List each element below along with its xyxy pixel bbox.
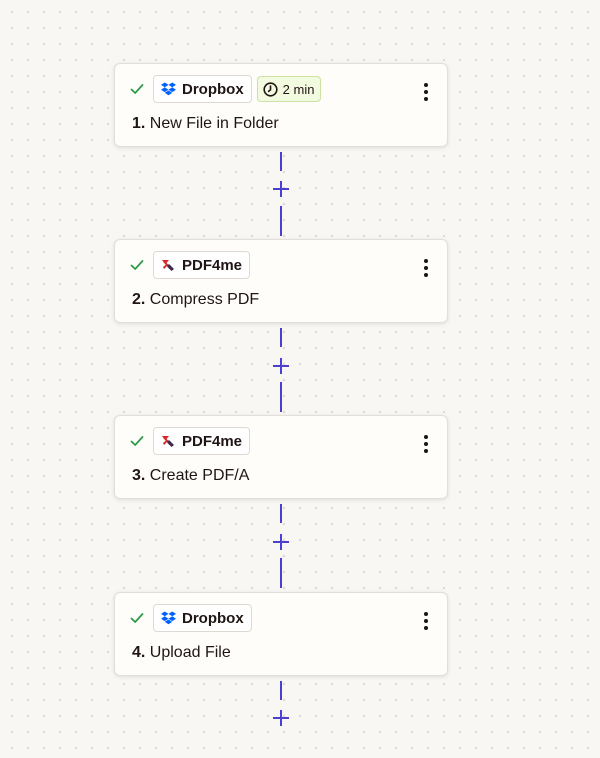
step-card-4[interactable]: Dropbox 4. Upload File (114, 592, 448, 676)
connector-line (280, 328, 282, 347)
step-title-text: Upload File (149, 644, 231, 661)
check-icon (129, 610, 145, 626)
step-card-1[interactable]: Dropbox 2 min 1. New File in Folder (114, 63, 448, 147)
check-icon (129, 81, 145, 97)
plus-icon[interactable] (272, 533, 290, 551)
app-name: PDF4me (182, 432, 243, 450)
plus-icon[interactable] (272, 180, 290, 198)
step-header: PDF4me (129, 250, 251, 280)
step-number: 1. (132, 115, 146, 132)
app-chip-pdf4me[interactable]: PDF4me (153, 251, 251, 279)
app-name: PDF4me (182, 256, 243, 274)
clock-icon (263, 81, 278, 97)
more-vertical-icon[interactable] (417, 432, 435, 456)
check-icon (129, 257, 145, 273)
step-title: 1. New File in Folder (132, 115, 279, 133)
app-chip-dropbox[interactable]: Dropbox (153, 75, 252, 103)
step-number: 3. (132, 467, 146, 484)
connector-line (280, 558, 282, 588)
step-number: 2. (132, 291, 146, 308)
app-chip-pdf4me[interactable]: PDF4me (153, 427, 251, 455)
connector-line (280, 382, 282, 412)
step-card-2[interactable]: PDF4me 2. Compress PDF (114, 239, 448, 323)
step-header: PDF4me (129, 426, 251, 456)
dropbox-icon (160, 610, 176, 626)
duration-badge: 2 min (256, 76, 322, 102)
step-title: 3. Create PDF/A (132, 467, 249, 485)
more-vertical-icon[interactable] (417, 256, 435, 280)
connector-line (280, 206, 282, 236)
connector-line (280, 504, 282, 523)
step-title-text: Compress PDF (149, 291, 260, 308)
plus-icon[interactable] (272, 709, 290, 727)
connector-line (280, 681, 282, 700)
app-name: Dropbox (182, 80, 244, 98)
step-number: 4. (132, 644, 146, 661)
step-card-3[interactable]: PDF4me 3. Create PDF/A (114, 415, 448, 499)
pdf4me-icon (160, 257, 176, 273)
step-title-text: Create PDF/A (149, 467, 250, 484)
more-vertical-icon[interactable] (417, 609, 435, 633)
step-header: Dropbox (129, 603, 252, 633)
check-icon (129, 433, 145, 449)
dropbox-icon (160, 81, 176, 97)
app-chip-dropbox[interactable]: Dropbox (153, 604, 252, 632)
plus-icon[interactable] (272, 357, 290, 375)
connector-line (280, 152, 282, 171)
duration-text: 2 min (282, 81, 315, 97)
step-header: Dropbox 2 min (129, 74, 322, 104)
step-title: 4. Upload File (132, 644, 231, 662)
more-vertical-icon[interactable] (417, 80, 435, 104)
pdf4me-icon (160, 433, 176, 449)
step-title-text: New File in Folder (149, 115, 279, 132)
app-name: Dropbox (182, 609, 244, 627)
step-title: 2. Compress PDF (132, 291, 259, 309)
